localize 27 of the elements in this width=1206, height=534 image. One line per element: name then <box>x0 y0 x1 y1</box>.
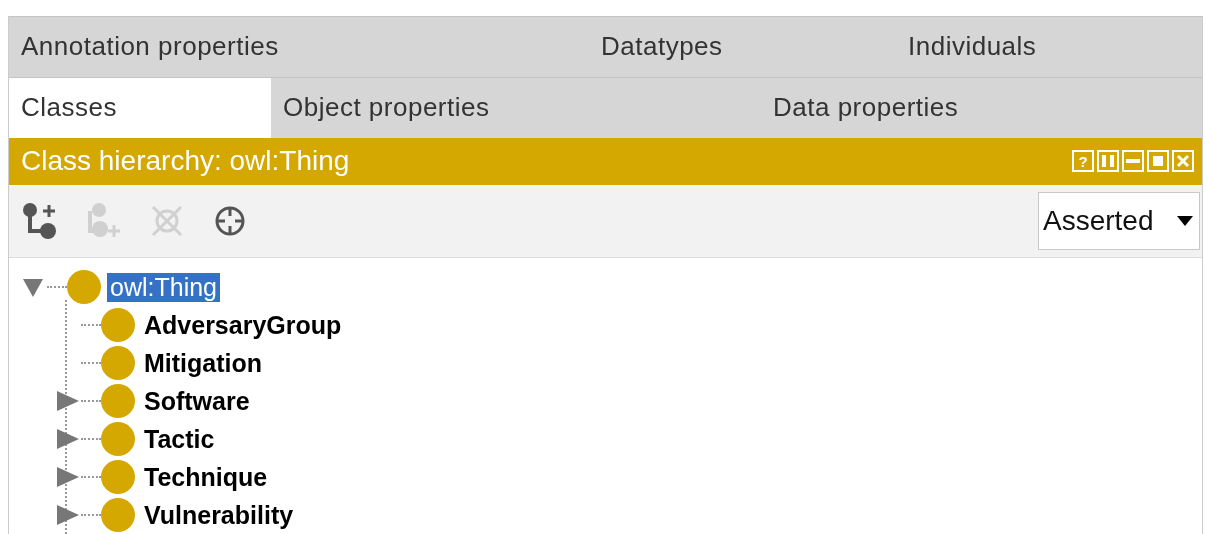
class-icon <box>101 308 135 342</box>
tab[interactable]: Classes <box>9 77 271 138</box>
view-title: Class hierarchy: owl:Thing <box>21 145 350 178</box>
class-icon <box>101 384 135 418</box>
class-icon <box>101 422 135 456</box>
expand-arrow-icon[interactable] <box>55 503 81 527</box>
expand-arrow-icon[interactable] <box>55 427 81 451</box>
tree-item[interactable]: owl:Thing <box>107 272 220 302</box>
tree-item[interactable]: Tactic <box>141 424 218 454</box>
tab[interactable]: Object properties <box>271 77 761 138</box>
mode-dropdown[interactable]: Asserted <box>1038 192 1200 251</box>
tab[interactable]: Annotation properties <box>9 17 589 77</box>
tree-item[interactable]: Technique <box>141 462 271 492</box>
class-icon <box>101 498 135 532</box>
expand-arrow-icon[interactable] <box>55 389 81 413</box>
class-icon <box>101 460 135 494</box>
tree-item[interactable]: Vulnerability <box>141 500 297 530</box>
tree-item[interactable]: Software <box>141 386 253 416</box>
tab[interactable]: Datatypes <box>589 17 896 77</box>
caret-icon <box>1177 216 1193 227</box>
tab[interactable]: Data properties <box>761 77 1202 138</box>
tree-item[interactable]: Mitigation <box>141 348 266 378</box>
class-icon <box>101 346 135 380</box>
class-icon <box>67 270 101 304</box>
tab[interactable]: Individuals <box>896 17 1202 77</box>
expand-arrow-icon[interactable] <box>55 465 81 489</box>
tree-item[interactable]: AdversaryGroup <box>141 310 345 340</box>
